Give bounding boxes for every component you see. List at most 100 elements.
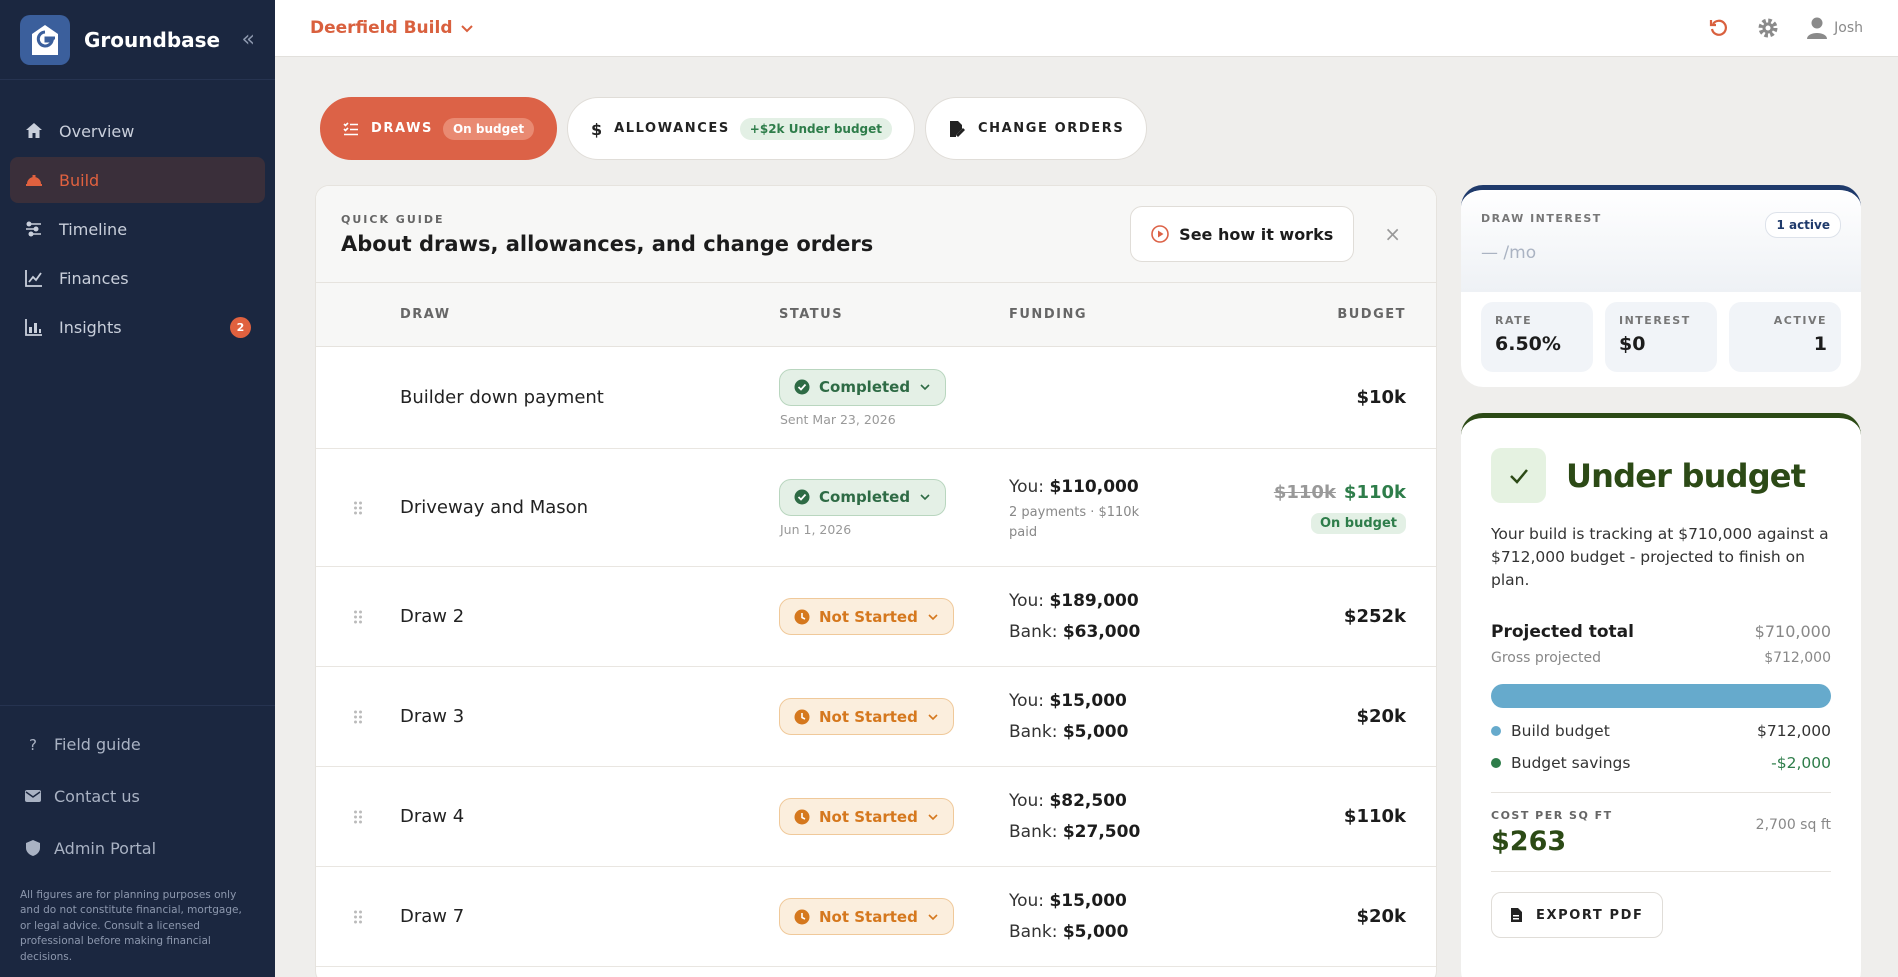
sidebar-item-field-guide[interactable]: ? Field guide — [10, 720, 265, 769]
budget-value: $20k — [1356, 906, 1406, 927]
active-count-badge: 1 active — [1765, 212, 1841, 238]
table-row[interactable]: Draw 7 Not Started You: $15,000 Bank: $5… — [316, 867, 1436, 967]
status-dropdown[interactable]: Completed — [779, 478, 947, 516]
header-funding[interactable]: FUNDING — [1009, 307, 1244, 322]
check-circle-icon — [794, 379, 810, 395]
funding-bank: Bank: $63,000 — [1009, 621, 1141, 642]
status-dropdown[interactable]: Not Started — [779, 598, 954, 635]
timeline-icon — [26, 221, 41, 237]
sidebar-item-label: Contact us — [54, 786, 140, 806]
drag-handle-icon[interactable] — [353, 710, 363, 724]
draw-name: Draw 7 — [400, 906, 465, 927]
status-label: Not Started — [819, 807, 918, 826]
projected-total-row: Projected total $710,000 — [1491, 622, 1831, 642]
legend-dot — [1491, 758, 1501, 768]
stat-active: ACTIVE 1 — [1729, 302, 1841, 372]
home-icon — [26, 123, 42, 138]
clock-icon — [794, 609, 810, 624]
status-dropdown[interactable]: Not Started — [779, 898, 954, 935]
project-selector[interactable]: Deerfield Build — [310, 18, 474, 38]
clock-icon — [794, 809, 810, 824]
button-label: EXPORT PDF — [1536, 907, 1644, 923]
drag-handle-icon[interactable] — [353, 501, 363, 515]
user-name: Josh — [1834, 20, 1863, 36]
gross-projected-row: Gross projected $712,000 — [1491, 650, 1831, 666]
user-icon — [1807, 17, 1828, 39]
table-row[interactable]: Driveway and Mason Completed Jun 1, 2026… — [316, 449, 1436, 567]
sidebar: Groundbase « Overview Build Timeline Fin… — [0, 0, 275, 977]
sidebar-item-contact-us[interactable]: Contact us — [10, 772, 265, 821]
funding-bank: Bank: $5,000 — [1009, 721, 1129, 742]
see-how-it-works-button[interactable]: See how it works — [1130, 206, 1355, 262]
drag-handle-icon[interactable] — [353, 810, 363, 824]
status-dropdown[interactable]: Completed — [779, 368, 947, 406]
cost-per-sqft: COST PER SQ FT $263 2,700 sq ft — [1491, 809, 1831, 857]
sidebar-item-admin-portal[interactable]: Admin Portal — [10, 824, 265, 873]
gear-icon[interactable] — [1756, 16, 1780, 40]
funding-bank: Bank: $5,000 — [1009, 921, 1129, 942]
user-menu[interactable]: Josh — [1806, 16, 1863, 40]
collapse-sidebar-icon[interactable]: « — [242, 27, 255, 52]
pdf-file-icon — [1511, 908, 1522, 922]
tab-change-orders[interactable]: CHANGE ORDERS — [925, 97, 1148, 160]
close-icon[interactable]: × — [1384, 222, 1401, 246]
status-label: Completed — [819, 378, 911, 396]
checklist-icon — [343, 121, 358, 135]
sidebar-item-finances[interactable]: Finances — [10, 255, 265, 301]
export-pdf-button[interactable]: EXPORT PDF — [1491, 892, 1663, 938]
budget-summary-card: Under budget Your build is tracking at $… — [1461, 413, 1861, 977]
chevron-down-icon — [928, 713, 938, 720]
header-draw[interactable]: DRAW — [400, 307, 779, 322]
on-budget-badge: On budget — [1310, 512, 1406, 534]
sidebar-item-label: Finances — [59, 268, 129, 288]
status-dropdown[interactable]: Not Started — [779, 798, 954, 835]
table-row[interactable]: Draw 4 Not Started You: $82,500 Bank: $2… — [316, 767, 1436, 867]
play-icon — [1151, 225, 1169, 243]
funding-you: You: $110,000 — [1009, 477, 1139, 497]
legend-dot — [1491, 726, 1501, 736]
groundbase-logo-icon[interactable] — [20, 14, 70, 65]
drag-handle-icon[interactable] — [353, 910, 363, 924]
sidebar-item-label: Admin Portal — [54, 838, 157, 858]
sidebar-item-insights[interactable]: Insights 2 — [10, 304, 265, 350]
stat-interest: INTEREST $0 — [1605, 302, 1717, 372]
tab-draws[interactable]: DRAWS On budget — [320, 97, 558, 160]
funding-you: You: $15,000 — [1009, 890, 1127, 911]
funding-you: You: $189,000 — [1009, 590, 1139, 611]
stat-rate: RATE 6.50% — [1481, 302, 1593, 372]
budget-value: $10k — [1356, 387, 1406, 408]
draw-name: Builder down payment — [400, 387, 604, 408]
draws-table-card: QUICK GUIDE About draws, allowances, and… — [315, 185, 1437, 977]
sidebar-item-overview[interactable]: Overview — [10, 108, 265, 154]
status-label: Not Started — [819, 907, 918, 926]
table-row[interactable]: Draw 3 Not Started You: $15,000 Bank: $5… — [316, 667, 1436, 767]
status-label: Not Started — [819, 607, 918, 626]
drag-handle-icon[interactable] — [353, 610, 363, 624]
interest-stats: RATE 6.50% INTEREST $0 ACTIVE 1 — [1461, 292, 1861, 382]
sidebar-item-build[interactable]: Build — [10, 157, 265, 203]
funding-bank: Bank: $27,500 — [1009, 821, 1141, 842]
header-status[interactable]: STATUS — [779, 307, 1009, 322]
budget-value: $110k — [1343, 806, 1406, 827]
button-label: See how it works — [1179, 224, 1334, 244]
status-dropdown[interactable]: Not Started — [779, 698, 954, 735]
status-date: Sent Mar 23, 2026 — [780, 411, 896, 427]
sidebar-item-label: Field guide — [54, 734, 141, 754]
funding-payments-summary: 2 payments · $110k paid — [1009, 505, 1140, 540]
guide-kicker: QUICK GUIDE — [341, 212, 445, 226]
table-row[interactable]: Draw 2 Not Started You: $189,000 Bank: $… — [316, 567, 1436, 667]
svg-text:$: $ — [591, 120, 602, 138]
chevron-down-icon — [928, 813, 938, 820]
table-header: DRAW STATUS FUNDING BUDGET — [316, 283, 1436, 347]
table-row[interactable]: Builder down payment Completed Sent Mar … — [316, 347, 1436, 449]
sidebar-item-label: Build — [59, 170, 100, 190]
clock-icon — [794, 909, 810, 924]
tab-status-pill: On budget — [442, 117, 535, 140]
refresh-icon[interactable] — [1708, 17, 1730, 39]
chevron-down-icon — [928, 613, 938, 620]
question-icon: ? — [29, 736, 37, 753]
sidebar-item-timeline[interactable]: Timeline — [10, 206, 265, 252]
header-budget[interactable]: BUDGET — [1244, 307, 1436, 322]
tab-label: DRAWS — [371, 121, 433, 136]
tab-allowances[interactable]: $ ALLOWANCES +$2k Under budget — [567, 97, 916, 160]
